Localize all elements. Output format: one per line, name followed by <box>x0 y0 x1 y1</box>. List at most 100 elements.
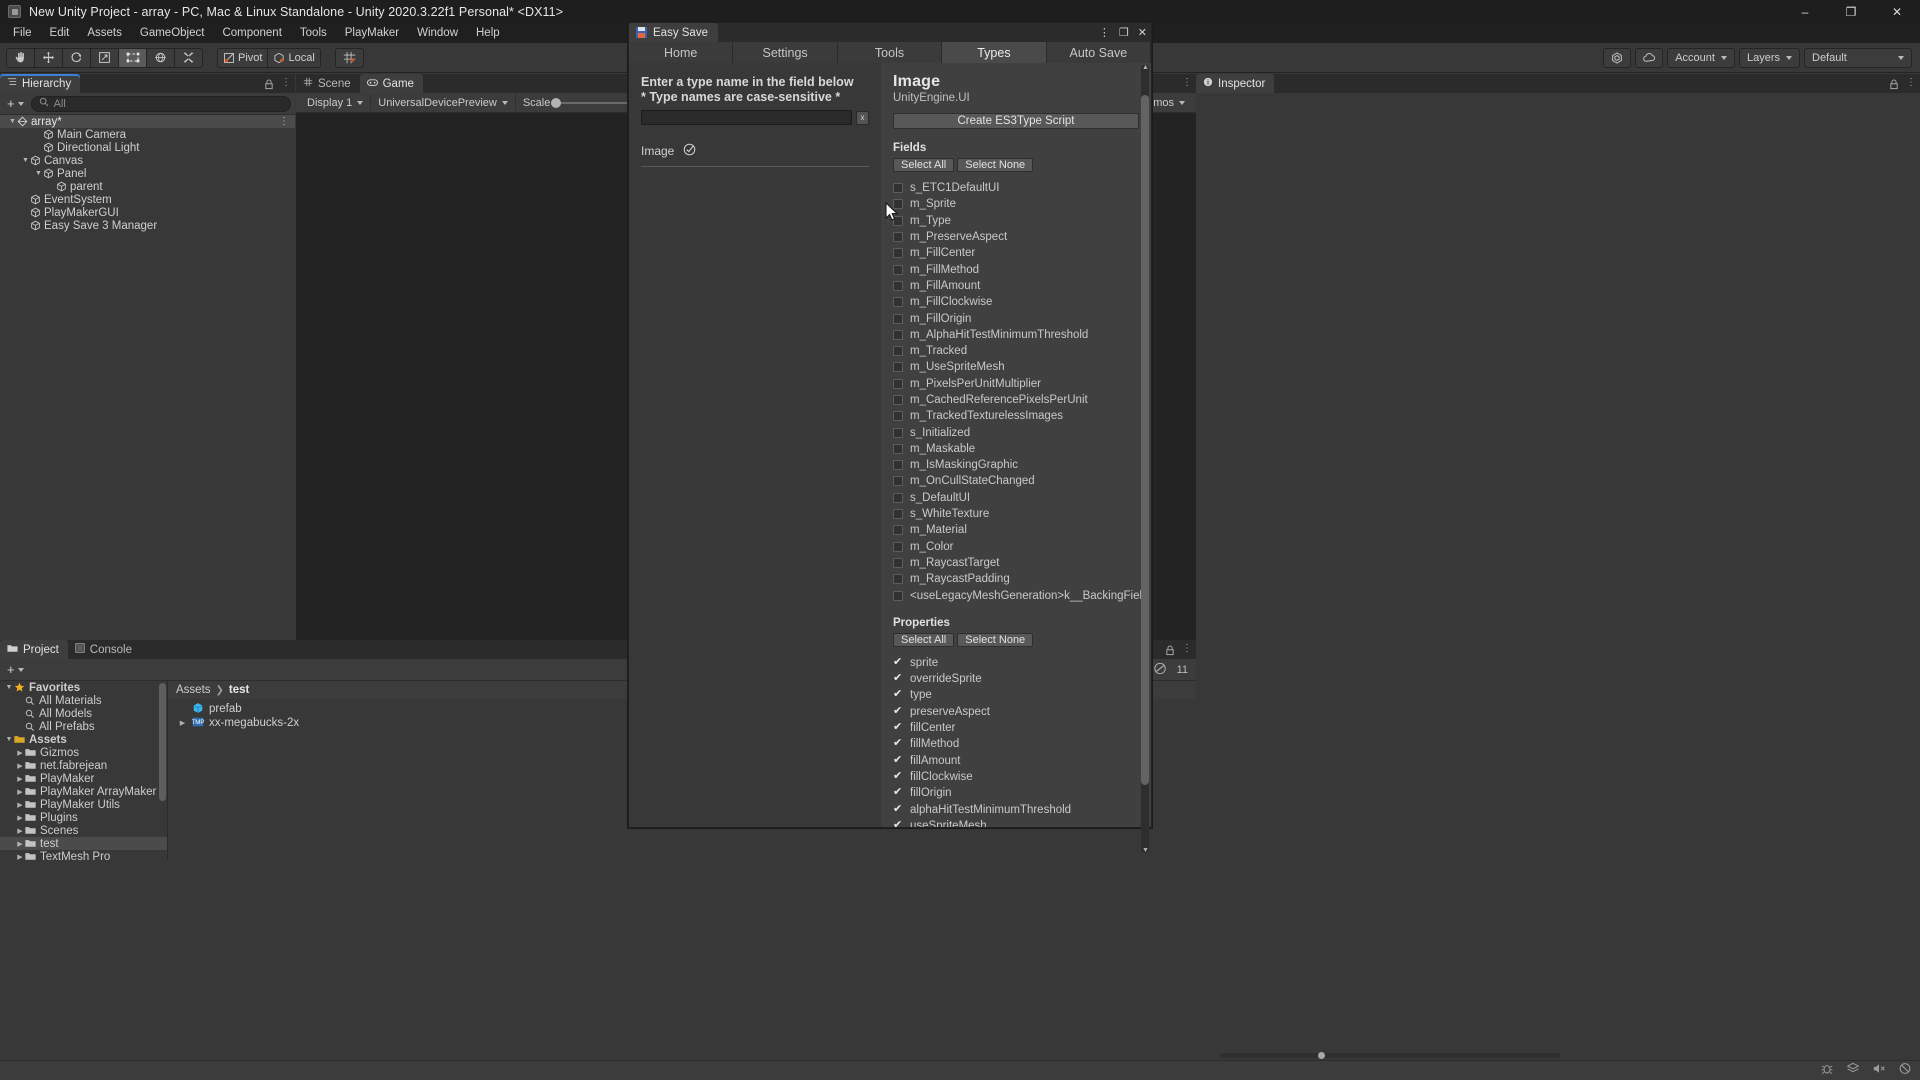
checkbox-checked-icon[interactable] <box>893 818 903 827</box>
menu-item-component[interactable]: Component <box>213 23 290 43</box>
tab-console[interactable]: Console <box>67 640 141 659</box>
project-tree-item-all-models[interactable]: All Models <box>0 707 167 720</box>
breadcrumb-assets[interactable]: Assets <box>176 684 211 696</box>
field-item[interactable]: s_DefaultUI <box>893 490 1139 506</box>
project-tree-item-assets[interactable]: ▼ Assets <box>0 733 167 746</box>
property-item[interactable]: preserveAspect <box>893 704 1139 720</box>
easy-save-scrollbar[interactable]: ▲ ▼ <box>1141 64 1149 854</box>
checkbox-unchecked-icon[interactable] <box>893 541 903 552</box>
tab-game[interactable]: Game <box>359 74 423 93</box>
easy-save-tab-tools[interactable]: Tools <box>837 42 943 63</box>
checkbox-unchecked-icon[interactable] <box>893 329 903 340</box>
checkbox-checked-icon[interactable] <box>893 671 903 684</box>
field-item[interactable]: m_Color <box>893 539 1139 555</box>
property-item[interactable]: type <box>893 687 1139 703</box>
chevron-right-icon[interactable]: ▶ <box>15 827 25 835</box>
field-item[interactable]: m_Type <box>893 213 1139 229</box>
inspector-menu-icon[interactable]: ⋮ <box>1906 77 1916 95</box>
checkbox-checked-icon[interactable] <box>893 736 903 749</box>
tab-hierarchy[interactable]: Hierarchy <box>0 74 81 93</box>
project-tree-item-test[interactable]: ▶ test <box>0 837 167 850</box>
field-item[interactable]: m_Sprite <box>893 196 1139 212</box>
checkbox-unchecked-icon[interactable] <box>893 346 903 357</box>
project-menu-icon[interactable]: ⋮ <box>1182 643 1192 661</box>
scene-menu-icon[interactable]: ⋮ <box>279 116 289 127</box>
lock-icon[interactable] <box>264 77 274 95</box>
field-item[interactable]: m_UseSpriteMesh <box>893 359 1139 375</box>
checkbox-unchecked-icon[interactable] <box>893 362 903 373</box>
hierarchy-item-directional-light[interactable]: Directional Light <box>0 141 295 154</box>
checkbox-unchecked-icon[interactable] <box>893 525 903 536</box>
checkbox-checked-icon[interactable] <box>893 655 903 668</box>
checkbox-unchecked-icon[interactable] <box>893 183 903 194</box>
property-item[interactable]: alphaHitTestMinimumThreshold <box>893 801 1139 817</box>
minimize-button[interactable]: – <box>1782 0 1828 23</box>
field-item[interactable]: s_Initialized <box>893 424 1139 440</box>
field-item[interactable]: m_FillClockwise <box>893 294 1139 310</box>
property-item[interactable]: overrideSprite <box>893 671 1139 687</box>
project-tree-scrollbar[interactable] <box>159 681 166 860</box>
fields-list[interactable]: s_ETC1DefaultUI m_Sprite m_Type m_PreserveA… <box>893 180 1148 604</box>
checkbox-unchecked-icon[interactable] <box>893 395 903 405</box>
checkbox-unchecked-icon[interactable] <box>893 574 903 585</box>
checkbox-unchecked-icon[interactable] <box>893 248 903 259</box>
scrollbar-thumb[interactable] <box>1141 95 1149 785</box>
menu-item-playmaker[interactable]: PlayMaker <box>336 23 408 43</box>
checkbox-unchecked-icon[interactable] <box>893 297 903 308</box>
checkbox-unchecked-icon[interactable] <box>893 460 903 471</box>
project-tree-item-playmaker-arraymaker[interactable]: ▶ PlayMaker ArrayMaker <box>0 785 167 798</box>
cloud-button[interactable] <box>1635 48 1664 68</box>
project-tree-item-plugins[interactable]: ▶ Plugins <box>0 811 167 824</box>
bug-icon[interactable] <box>1820 1062 1834 1080</box>
hierarchy-menu-icon[interactable]: ⋮ <box>281 77 291 95</box>
checkbox-unchecked-icon[interactable] <box>893 476 903 487</box>
chevron-right-icon[interactable]: ▶ <box>15 749 25 757</box>
chevron-right-icon[interactable]: ▶ <box>15 814 25 822</box>
chevron-right-icon[interactable]: ▶ <box>178 719 187 727</box>
field-item[interactable]: m_RaycastTarget <box>893 555 1139 571</box>
move-tool-button[interactable] <box>34 47 63 68</box>
rect-tool-button[interactable] <box>118 47 147 68</box>
chevron-down-icon[interactable]: ▼ <box>34 170 43 177</box>
scroll-down-icon[interactable]: ▼ <box>1142 847 1149 854</box>
checkbox-unchecked-icon[interactable] <box>893 313 903 324</box>
checkbox-unchecked-icon[interactable] <box>893 509 903 520</box>
property-item[interactable]: fillMethod <box>893 736 1139 752</box>
sceneview-menu-icon[interactable]: ⋮ <box>1182 77 1192 88</box>
checkbox-checked-icon[interactable] <box>893 704 903 717</box>
layers-stack-icon[interactable] <box>1846 1062 1860 1080</box>
project-tree-item-playmaker-utils[interactable]: ▶ PlayMaker Utils <box>0 798 167 811</box>
project-tree-item-all-materials[interactable]: All Materials <box>0 694 167 707</box>
layout-dropdown[interactable]: Default <box>1804 48 1912 68</box>
close-button[interactable]: ✕ <box>1874 0 1920 23</box>
property-item[interactable]: fillCenter <box>893 720 1139 736</box>
account-dropdown[interactable]: Account <box>1667 48 1735 68</box>
checkbox-unchecked-icon[interactable] <box>893 590 903 601</box>
menu-item-edit[interactable]: Edit <box>41 23 79 43</box>
easy-save-tab-auto-save[interactable]: Auto Save <box>1046 42 1152 63</box>
chevron-right-icon[interactable]: ▶ <box>15 853 25 861</box>
checkbox-unchecked-icon[interactable] <box>893 280 903 291</box>
field-item[interactable]: m_RaycastPadding <box>893 571 1139 587</box>
field-item[interactable]: m_Material <box>893 522 1139 538</box>
properties-select-none-button[interactable]: Select None <box>957 632 1034 647</box>
checkbox-unchecked-icon[interactable] <box>893 199 903 210</box>
hierarchy-add-button[interactable]: + <box>4 96 27 111</box>
hierarchy-item-array[interactable]: ▼ array* ⋮ <box>0 115 295 128</box>
display-dropdown[interactable]: Display 1 <box>300 94 372 111</box>
field-item[interactable]: m_Tracked <box>893 343 1139 359</box>
property-item[interactable]: fillOrigin <box>893 785 1139 801</box>
scrollbar-thumb[interactable] <box>159 683 166 801</box>
project-add-button[interactable]: + <box>4 662 27 677</box>
easy-save-maximize-icon[interactable]: ❐ <box>1119 26 1129 39</box>
field-item[interactable]: m_TrackedTexturelessImages <box>893 408 1139 424</box>
field-item[interactable]: m_AlphaHitTestMinimumThreshold <box>893 327 1139 343</box>
checkbox-unchecked-icon[interactable] <box>893 378 903 389</box>
custom-tool-button[interactable] <box>174 47 203 68</box>
property-item[interactable]: fillAmount <box>893 753 1139 769</box>
fields-select-all-button[interactable]: Select All <box>893 158 955 172</box>
field-item[interactable]: <useLegacyMeshGeneration>k__BackingField <box>893 587 1148 603</box>
maximize-button[interactable]: ❐ <box>1828 0 1874 23</box>
field-item[interactable]: m_FillCenter <box>893 245 1139 261</box>
field-item[interactable]: m_FillOrigin <box>893 310 1139 326</box>
